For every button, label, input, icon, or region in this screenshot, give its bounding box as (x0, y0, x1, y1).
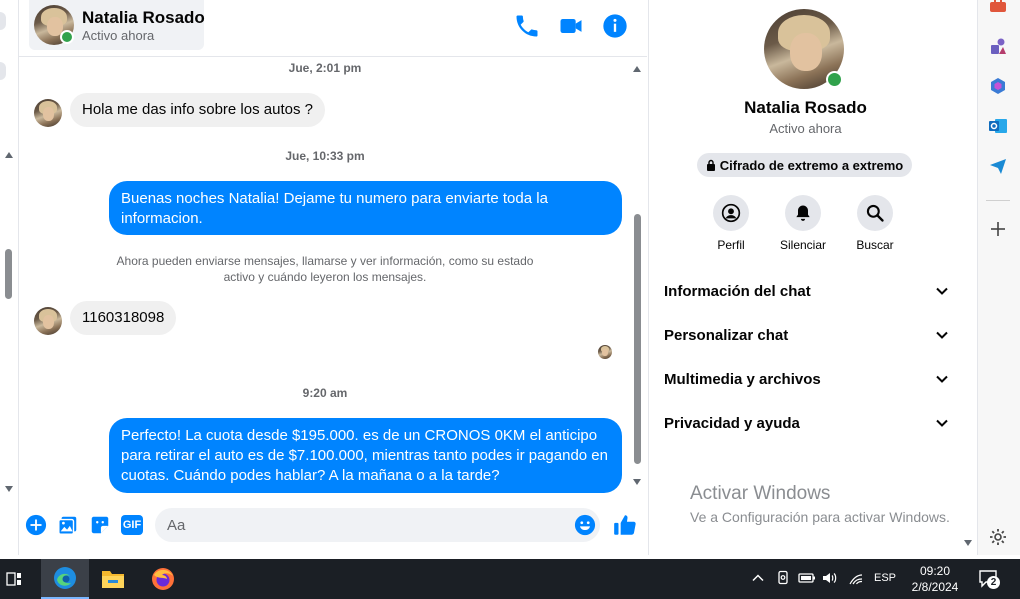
like-thumb-icon[interactable] (612, 512, 638, 538)
action-label: Perfil (717, 238, 745, 252)
gif-icon[interactable]: GIF (121, 515, 143, 535)
system-note: Ahora pueden enviarse mensajes, llamarse… (116, 254, 534, 284)
outlook-icon[interactable] (988, 116, 1008, 136)
chevron-down-icon (936, 287, 948, 295)
left-strip-knob[interactable] (0, 12, 6, 30)
chevron-up-icon[interactable] (751, 571, 765, 585)
toolbox-icon[interactable] (988, 0, 1008, 16)
emoji-icon[interactable] (574, 514, 596, 536)
edge-browser-icon (54, 567, 76, 589)
action-profile[interactable]: Perfil (691, 195, 771, 252)
timestamp: 9:20 am (302, 386, 348, 400)
scroll-up-icon[interactable] (5, 152, 13, 158)
add-icon[interactable] (988, 219, 1008, 239)
settings-gear-icon[interactable] (988, 527, 1008, 547)
search-icon (866, 204, 884, 222)
taskbar-firefox-app[interactable] (139, 559, 187, 599)
action-label: Silenciar (779, 238, 827, 252)
section-label: Privacidad y ayuda (664, 414, 800, 432)
chat-scroll-up-icon[interactable] (633, 66, 641, 72)
message-input[interactable] (155, 508, 600, 542)
message-outgoing[interactable]: Buenas noches Natalia! Dejame tu numero … (109, 181, 622, 235)
read-receipt-avatar (598, 345, 612, 359)
panel-scroll-down-icon[interactable] (964, 540, 972, 546)
message-incoming[interactable]: 1160318098 (70, 301, 177, 335)
copilot-icon[interactable] (988, 76, 1008, 96)
volume-icon[interactable] (822, 571, 838, 585)
taskbar-explorer-app[interactable] (89, 559, 137, 599)
watermark-subtitle: Ve a Configuración para activar Windows. (690, 509, 950, 525)
section-label: Personalizar chat (664, 326, 789, 344)
section-chat-info[interactable]: Información del chat (664, 276, 949, 306)
input-language[interactable]: ESP (874, 572, 896, 584)
clock-time: 09:20 (919, 564, 951, 578)
left-strip-knob[interactable] (0, 62, 6, 80)
notification-count-badge: 2 (987, 576, 1000, 589)
contact-name[interactable]: Natalia Rosado (82, 8, 205, 28)
send-icon[interactable] (988, 156, 1008, 176)
task-view-icon (6, 572, 21, 586)
chevron-down-icon (936, 375, 948, 383)
encryption-badge[interactable]: Cifrado de extremo a extremo (697, 153, 912, 177)
edge-divider (986, 200, 1010, 201)
message-outgoing[interactable]: Perfecto! La cuota desde $195.000. es de… (109, 418, 622, 493)
message-incoming[interactable]: Hola me das info sobre los autos ? (70, 93, 325, 127)
left-scrollbar-thumb[interactable] (5, 249, 12, 299)
bell-icon (796, 205, 810, 221)
profile-icon (721, 203, 741, 223)
video-call-icon[interactable] (557, 12, 585, 40)
taskbar-clock[interactable]: 09:20 2/8/2024 (900, 563, 970, 595)
chevron-down-icon (936, 331, 948, 339)
left-strip (0, 0, 19, 555)
contact-avatar-small[interactable] (34, 307, 62, 335)
section-label: Multimedia y archivos (664, 370, 821, 388)
timestamp: Jue, 2:01 pm (288, 61, 362, 75)
sticker-icon[interactable] (89, 514, 111, 536)
scroll-down-icon[interactable] (5, 486, 13, 492)
timestamp: Jue, 10:33 pm (285, 149, 365, 163)
taskbar-edge-app[interactable] (41, 559, 89, 599)
chevron-down-icon (936, 419, 948, 427)
task-view-button[interactable] (0, 559, 28, 599)
section-media-files[interactable]: Multimedia y archivos (664, 364, 949, 394)
contact-avatar-small[interactable] (34, 99, 62, 127)
battery-icon[interactable] (798, 571, 816, 585)
photo-icon[interactable] (57, 514, 79, 536)
contact-status: Activo ahora (82, 28, 155, 43)
notification-center-button[interactable]: 2 (978, 568, 1000, 590)
section-privacy-help[interactable]: Privacidad y ayuda (664, 408, 949, 438)
device-icon[interactable] (775, 570, 791, 586)
section-label: Información del chat (664, 282, 811, 300)
games-icon[interactable] (988, 36, 1008, 56)
chat-scrollbar-thumb[interactable] (634, 214, 641, 464)
encryption-label: Cifrado de extremo a extremo (719, 157, 904, 173)
chat-scroll-down-icon[interactable] (633, 479, 641, 485)
lock-icon (706, 159, 715, 171)
online-indicator (826, 71, 843, 88)
info-icon[interactable] (601, 12, 629, 40)
plus-circle-icon[interactable] (25, 514, 47, 536)
section-customize-chat[interactable]: Personalizar chat (664, 320, 949, 350)
watermark-title: Activar Windows (690, 483, 831, 504)
action-label: Buscar (856, 238, 894, 252)
action-search[interactable]: Buscar (835, 195, 915, 252)
panel-contact-status: Activo ahora (769, 121, 842, 136)
wifi-icon[interactable] (848, 571, 864, 585)
activate-windows-watermark: Activar Windows Ve a Configuración para … (690, 483, 950, 525)
phone-icon[interactable] (513, 12, 541, 40)
panel-contact-name: Natalia Rosado (744, 98, 867, 117)
action-mute[interactable]: Silenciar (763, 195, 843, 252)
online-indicator (60, 30, 74, 44)
firefox-icon (152, 568, 174, 590)
clock-date: 2/8/2024 (911, 580, 959, 594)
folder-icon (102, 571, 124, 588)
